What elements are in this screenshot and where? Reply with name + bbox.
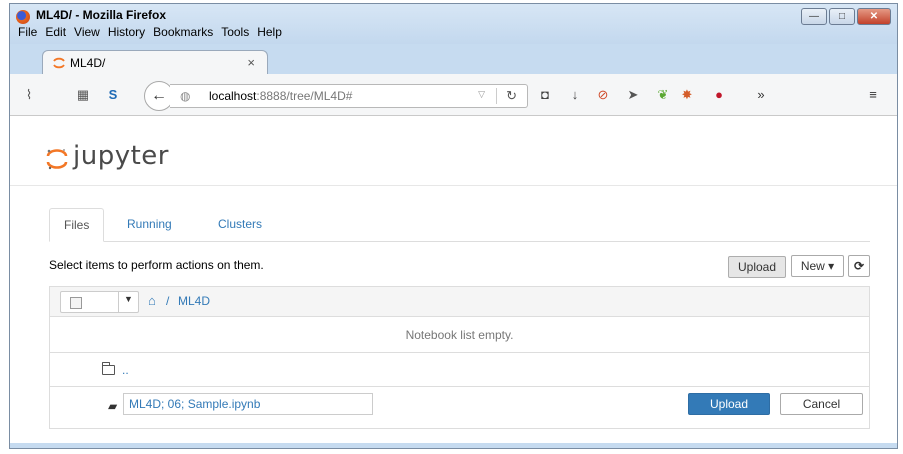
menu-view[interactable]: View <box>74 25 100 39</box>
pocket-icon[interactable]: ◘ <box>536 86 554 104</box>
notebook-list: ▼ ⌂ / ML4D Notebook list empty. .. ▰ Upl… <box>49 286 870 429</box>
cancel-upload-button[interactable]: Cancel <box>780 393 863 415</box>
select-menu-caret-icon[interactable]: ▼ <box>124 294 133 304</box>
select-instructions: Select items to perform actions on them. <box>49 258 264 272</box>
upload-row: ▰ Upload Cancel <box>50 387 869 428</box>
window-controls: — □ ✕ <box>801 8 891 25</box>
url-host: localhost <box>209 89 257 103</box>
jupyter-header: jupyter <box>10 116 897 186</box>
parent-directory-link[interactable]: .. <box>122 363 129 377</box>
browser-tab[interactable]: ML4D/ × <box>42 50 268 75</box>
select-all-checkbox[interactable] <box>70 297 82 309</box>
folder-icon <box>102 362 115 375</box>
select-all-group[interactable]: ▼ <box>60 291 139 313</box>
list-item-parent[interactable]: .. <box>50 353 869 387</box>
firefox-logo-icon <box>16 10 30 24</box>
refresh-icon[interactable]: ⟳ <box>848 255 870 277</box>
adblock-icon[interactable]: ● <box>710 86 728 104</box>
browser-window: ML4D/ - Mozilla Firefox — □ ✕ File Edit … <box>9 3 898 449</box>
skype-icon[interactable]: S <box>104 86 122 104</box>
select-divider <box>118 292 119 312</box>
tab-running[interactable]: Running <box>113 208 186 242</box>
breadcrumb-ml4d[interactable]: ML4D <box>178 294 210 308</box>
page-content: jupyter Files Running Clusters Select it… <box>10 116 897 443</box>
url-text[interactable]: localhost:8888/tree/ML4D# <box>209 89 352 103</box>
notebook-icon: ▰ <box>108 399 118 413</box>
tab-clusters[interactable]: Clusters <box>204 208 276 242</box>
titlebar: ML4D/ - Mozilla Firefox — □ ✕ File Edit … <box>10 4 897 44</box>
tab-title: ML4D/ <box>70 56 106 70</box>
rss-icon[interactable]: ⌇ <box>20 86 38 104</box>
jupyter-logo-text[interactable]: jupyter <box>73 141 169 171</box>
menu-file[interactable]: File <box>18 25 37 39</box>
tab-close-icon[interactable]: × <box>247 55 255 70</box>
url-path: :8888/tree/ML4D# <box>256 89 353 103</box>
menu-edit[interactable]: Edit <box>45 25 66 39</box>
confirm-upload-button[interactable]: Upload <box>688 393 770 415</box>
globe-icon: ◍ <box>180 89 191 103</box>
breadcrumb-separator: / <box>166 294 170 308</box>
download-icon[interactable]: ↓ <box>566 86 584 104</box>
printer-icon[interactable]: ▦ <box>74 86 92 104</box>
block-icon[interactable]: ⊘ <box>594 86 612 104</box>
upload-filename-input[interactable] <box>123 393 373 415</box>
menu-history[interactable]: History <box>108 25 145 39</box>
window-title: ML4D/ - Mozilla Firefox <box>36 8 167 22</box>
menu-tools[interactable]: Tools <box>221 25 249 39</box>
url-separator <box>496 88 497 104</box>
tab-files[interactable]: Files <box>49 208 105 242</box>
menu-bookmarks[interactable]: Bookmarks <box>153 25 213 39</box>
home-icon[interactable]: ⌂ <box>148 293 156 308</box>
new-dropdown-button[interactable]: New ▾ <box>791 255 844 277</box>
url-dropdown-icon[interactable]: ▽ <box>478 89 485 100</box>
menu-help[interactable]: Help <box>257 25 282 39</box>
bird-icon[interactable]: ✸ <box>678 86 696 104</box>
upload-button[interactable]: Upload <box>728 256 786 278</box>
navigation-toolbar: ⌇ ▦ S ← ◍ localhost:8888/tree/ML4D# ▽ ↻ … <box>10 74 897 116</box>
leaf-icon[interactable]: ❦ <box>654 86 672 104</box>
tab-strip: ML4D/ × <box>10 44 897 75</box>
reload-icon[interactable]: ↻ <box>506 88 517 104</box>
menubar: File Edit View History Bookmarks Tools H… <box>18 25 282 39</box>
list-header: ▼ ⌂ / ML4D <box>50 287 869 317</box>
close-window-button[interactable]: ✕ <box>857 8 891 25</box>
empty-message: Notebook list empty. <box>50 317 869 353</box>
hamburger-menu-icon[interactable]: ≡ <box>864 86 882 104</box>
url-bar[interactable]: ◍ localhost:8888/tree/ML4D# ▽ ↻ <box>170 84 528 108</box>
send-icon[interactable]: ➤ <box>624 86 642 104</box>
overflow-icon[interactable]: » <box>752 86 770 104</box>
jupyter-favicon-icon <box>53 57 65 69</box>
dashboard-tabs: Files Running Clusters <box>49 208 870 242</box>
jupyter-logo-icon <box>46 149 68 170</box>
minimize-button[interactable]: — <box>801 8 827 25</box>
maximize-button[interactable]: □ <box>829 8 855 25</box>
